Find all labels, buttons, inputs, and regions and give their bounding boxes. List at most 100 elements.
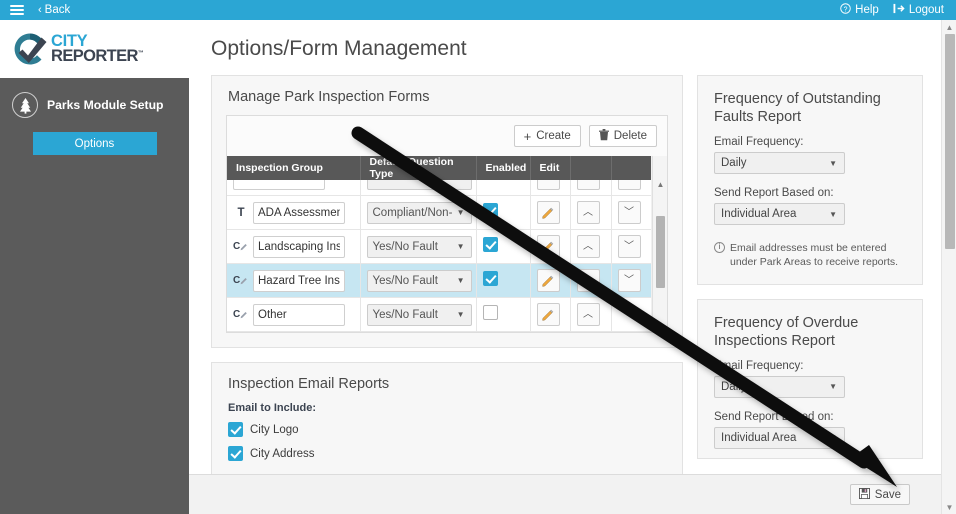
page-scrollbar[interactable]: ▲ ▼ <box>941 20 956 514</box>
table-row-partial <box>227 180 653 196</box>
move-up-button[interactable]: ︿ <box>576 235 600 258</box>
chevron-down-icon: ▼ <box>456 276 465 285</box>
main-content: Options/Form Management Manage Park Insp… <box>189 20 956 514</box>
page-scroll-down-icon[interactable]: ▼ <box>942 500 956 514</box>
table-row[interactable]: C Yes/No Fault ▼ <box>227 297 653 332</box>
left-column: Manage Park Inspection Forms + Create De… <box>211 75 683 482</box>
table-row[interactable]: C Yes/No Fault ▼ <box>227 263 653 298</box>
content-columns: Manage Park Inspection Forms + Create De… <box>189 61 956 482</box>
question-type-select[interactable]: Yes/No Fault ▼ <box>366 303 472 326</box>
chevron-down-icon: ﹀ <box>624 206 634 218</box>
email-include-item[interactable]: City Address <box>212 446 682 470</box>
email-frequency-select[interactable]: Daily ▼ <box>714 152 845 175</box>
help-button[interactable]: ? Help <box>840 3 879 17</box>
pencil-icon <box>542 241 554 253</box>
enabled-checkbox[interactable] <box>482 236 498 252</box>
right-column: Frequency of Outstanding Faults Report E… <box>697 75 923 459</box>
app-logo: CITY REPORTER™ <box>0 20 189 78</box>
move-up-button[interactable]: ︿ <box>576 269 600 292</box>
question-type-value: Yes/No Fault <box>372 240 438 253</box>
back-label: Back <box>44 4 71 16</box>
svg-text:C: C <box>233 309 240 320</box>
table-scrollbar[interactable]: ▲ ▼ <box>651 156 667 332</box>
logout-button[interactable]: Logout <box>893 3 944 17</box>
sidebar-item-options[interactable]: Options <box>32 132 157 155</box>
outstanding-faults-panel: Frequency of Outstanding Faults Report E… <box>697 75 923 285</box>
chevron-up-icon: ︿ <box>583 274 593 286</box>
enabled-checkbox[interactable] <box>482 202 498 218</box>
forms-table-card: + Create Delete Inspection Group Default… <box>226 115 668 333</box>
svg-text:C: C <box>233 275 240 286</box>
table-row[interactable]: C Yes/No Fault ▼ <box>227 229 653 264</box>
question-type-select[interactable]: Yes/No Fault ▼ <box>366 235 472 258</box>
edit-button[interactable] <box>536 269 560 292</box>
table-row[interactable]: T Compliant/Non-▼ <box>227 195 653 230</box>
move-down-button[interactable]: ﹀ <box>617 269 641 292</box>
inspection-group-input[interactable] <box>253 269 345 292</box>
send-report-based-on-value: Individual Area <box>721 431 797 444</box>
page-scroll-up-icon[interactable]: ▲ <box>942 20 956 34</box>
city-address-label: City Address <box>250 447 315 460</box>
template-t-icon: T <box>237 206 245 219</box>
email-include-item[interactable]: City Logo <box>212 422 682 446</box>
move-up-button[interactable]: ︿ <box>576 201 600 224</box>
chevron-down-icon: ▼ <box>829 158 837 168</box>
email-to-include-label: Email to Include: <box>228 402 317 414</box>
edit-button[interactable] <box>536 303 560 326</box>
question-type-value: Yes/No Fault <box>372 274 438 287</box>
table-scrollbar-thumb[interactable] <box>656 216 665 288</box>
pencil-icon <box>542 207 554 219</box>
edit-button[interactable] <box>536 201 560 224</box>
module-header: Parks Module Setup <box>0 78 189 118</box>
create-label: Create <box>536 130 571 142</box>
create-button[interactable]: + Create <box>513 125 581 147</box>
question-type-select[interactable]: Compliant/Non- ▼ <box>366 201 472 224</box>
back-button[interactable]: ‹ Back <box>38 4 70 16</box>
email-frequency-select[interactable]: Daily ▼ <box>714 375 845 398</box>
question-type-select[interactable]: Yes/No Fault ▼ <box>366 269 472 292</box>
tree-icon <box>12 92 38 118</box>
info-icon: i <box>714 242 725 254</box>
save-label: Save <box>874 488 901 501</box>
col-inspection-group: Inspection Group <box>227 156 361 180</box>
move-up-button[interactable]: ︿ <box>576 303 600 326</box>
inspection-group-input[interactable] <box>253 201 345 224</box>
page-scrollbar-thumb[interactable] <box>945 34 955 249</box>
inspection-group-input[interactable] <box>253 303 345 326</box>
col-edit: Edit <box>530 156 571 180</box>
forms-table-body: T Compliant/Non-▼ <box>227 180 653 332</box>
scroll-up-arrow-icon[interactable]: ▲ <box>653 178 668 190</box>
table-scrollbar-track[interactable]: ▲ ▼ <box>652 156 667 332</box>
move-down-button[interactable]: ﹀ <box>617 235 641 258</box>
enabled-checkbox[interactable] <box>482 304 498 320</box>
send-report-based-on-select[interactable]: Individual Area ▼ <box>714 426 845 449</box>
email-reports-title: Inspection Email Reports <box>228 376 390 392</box>
col-move-up <box>570 156 612 180</box>
city-logo-checkbox[interactable] <box>228 422 243 437</box>
trash-icon <box>598 128 609 144</box>
scroll-down-arrow-icon[interactable]: ▼ <box>653 320 668 332</box>
inspection-group-input[interactable] <box>253 235 345 258</box>
overdue-inspections-panel: Frequency of Overdue Inspections Report … <box>697 298 923 459</box>
custom-c-pencil-icon: C <box>233 239 249 255</box>
chevron-down-icon: ▼ <box>456 242 465 251</box>
table-header-row: Inspection Group Default Question Type E… <box>227 156 653 180</box>
forms-table: Inspection Group Default Question Type E… <box>227 156 653 332</box>
plus-icon: + <box>523 128 532 144</box>
outstanding-faults-body: Email Frequency: Daily ▼ Send Report Bas… <box>698 136 922 283</box>
edit-button[interactable] <box>536 235 560 258</box>
send-report-based-on-label: Send Report Based on: <box>714 410 834 423</box>
save-button[interactable]: Save <box>849 484 910 505</box>
city-address-checkbox[interactable] <box>228 446 243 461</box>
city-logo-label: City Logo <box>250 423 299 436</box>
email-frequency-value: Daily <box>721 380 747 393</box>
send-report-based-on-select[interactable]: Individual Area ▼ <box>714 203 845 226</box>
move-down-button[interactable]: ﹀ <box>617 201 641 224</box>
chevron-down-icon: ▼ <box>829 433 837 443</box>
email-note-text: Email addresses must be entered under Pa… <box>730 242 899 269</box>
delete-label: Delete <box>613 130 647 142</box>
hamburger-icon[interactable] <box>10 5 24 15</box>
forms-grid-wrapper: Inspection Group Default Question Type E… <box>227 156 667 332</box>
enabled-checkbox[interactable] <box>482 270 498 286</box>
delete-button[interactable]: Delete <box>588 125 657 147</box>
